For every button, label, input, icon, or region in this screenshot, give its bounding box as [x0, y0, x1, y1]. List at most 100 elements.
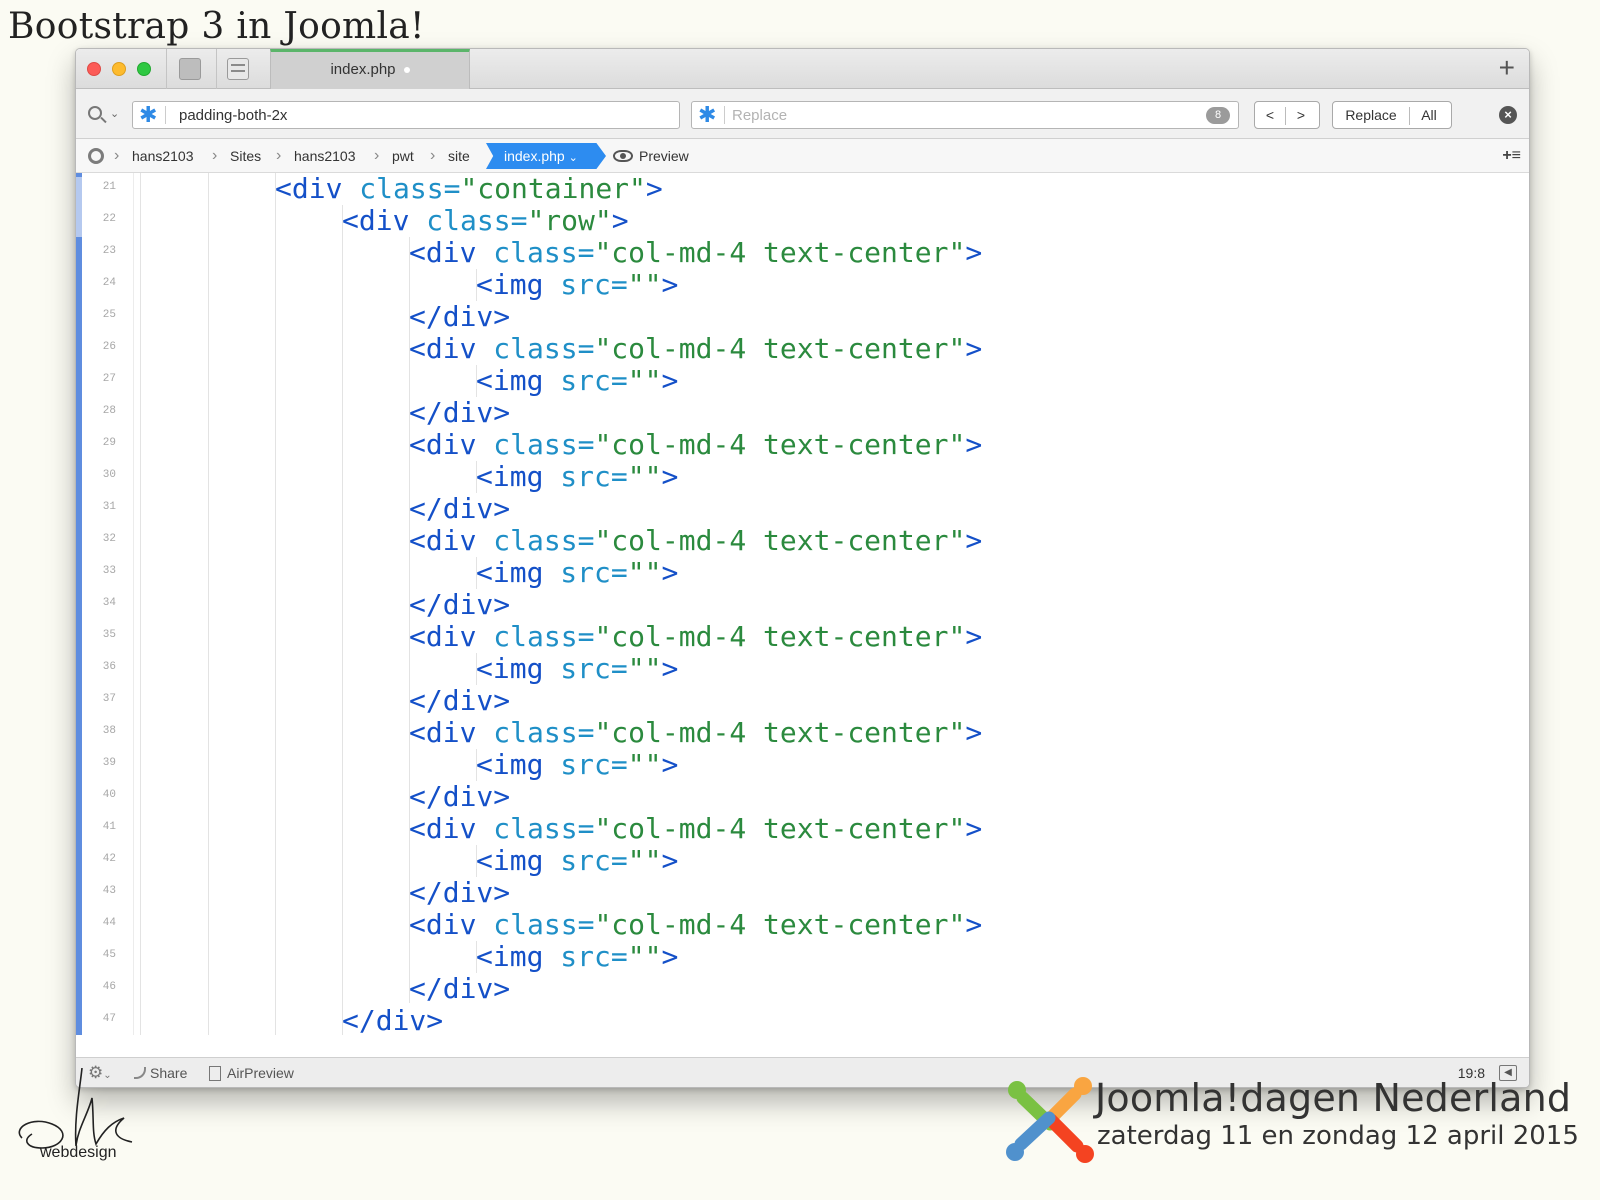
code-token-tag: <img — [476, 748, 561, 781]
code-line[interactable]: 46 </div> — [76, 973, 1529, 1005]
code-line[interactable]: 47 </div> — [76, 1005, 1529, 1037]
code-line[interactable]: 42 <img src=""> — [76, 845, 1529, 877]
code-line[interactable]: 34 </div> — [76, 589, 1529, 621]
code-token-tag: > — [965, 812, 983, 845]
breadcrumb-item[interactable]: site — [448, 139, 470, 173]
code-text: <div class="col-md-4 text-center"> — [409, 621, 982, 653]
breadcrumb-item[interactable]: hans2103 — [132, 139, 194, 173]
code-token-str: "col-md-4 text-center" — [594, 428, 966, 461]
code-line[interactable]: 32 <div class="col-md-4 text-center"> — [76, 525, 1529, 557]
chevron-right-icon: › — [114, 147, 120, 164]
joomla-logo-icon — [1006, 1077, 1094, 1163]
code-token-tag: <div — [409, 332, 494, 365]
code-token-tag: > — [965, 716, 983, 749]
code-token-str: "col-md-4 text-center" — [594, 236, 966, 269]
close-window-button[interactable] — [87, 62, 101, 76]
code-line[interactable]: 37 </div> — [76, 685, 1529, 717]
breadcrumb-item[interactable]: hans2103 — [294, 139, 356, 173]
code-token-str: "" — [627, 844, 662, 877]
code-line[interactable]: 30 <img src=""> — [76, 461, 1529, 493]
code-text: </div> — [409, 493, 510, 525]
sidebar-toggle-button[interactable] — [179, 58, 201, 80]
code-line[interactable]: 33 <img src=""> — [76, 557, 1529, 589]
code-line[interactable]: 21 <div class="container"> — [76, 173, 1529, 205]
eye-icon[interactable] — [613, 150, 633, 162]
airpreview-button[interactable]: AirPreview — [209, 1058, 294, 1087]
chevron-down-icon[interactable]: ⌄ — [110, 107, 119, 120]
find-field[interactable]: ✱ padding-both-2x — [132, 101, 680, 129]
find-input[interactable]: padding-both-2x — [179, 107, 287, 124]
code-token-tag: <div — [409, 908, 494, 941]
code-line[interactable]: 23 <div class="col-md-4 text-center"> — [76, 237, 1529, 269]
code-line[interactable]: 43 </div> — [76, 877, 1529, 909]
close-search-icon[interactable]: × — [1499, 106, 1517, 124]
line-number: 45 — [102, 949, 116, 961]
code-line[interactable]: 40 </div> — [76, 781, 1529, 813]
code-line[interactable]: 25 </div> — [76, 301, 1529, 333]
chevron-right-icon: › — [212, 147, 218, 164]
code-line[interactable]: 38 <div class="col-md-4 text-center"> — [76, 717, 1529, 749]
new-tab-button[interactable]: + — [1499, 53, 1515, 83]
code-token-str: "col-md-4 text-center" — [594, 524, 966, 557]
line-number: 43 — [102, 885, 116, 897]
line-number: 29 — [102, 437, 116, 449]
regex-asterisk-icon[interactable]: ✱ — [139, 103, 157, 127]
replace-all-button[interactable]: All — [1410, 102, 1448, 128]
replace-field[interactable]: ✱ 8 — [691, 101, 1239, 129]
zoom-window-button[interactable] — [137, 62, 151, 76]
replace-button[interactable]: Replace — [1333, 102, 1409, 128]
code-token-attr: src= — [560, 364, 628, 397]
code-line[interactable]: 28 </div> — [76, 397, 1529, 429]
code-token-attr: src= — [560, 460, 628, 493]
code-line[interactable]: 44 <div class="col-md-4 text-center"> — [76, 909, 1529, 941]
previous-match-button[interactable]: < — [1255, 102, 1285, 128]
title-bar: index.php + — [76, 49, 1529, 89]
search-icon[interactable] — [88, 106, 102, 120]
code-text: <div class="col-md-4 text-center"> — [409, 333, 982, 365]
match-navigation: < > — [1254, 101, 1320, 129]
code-token-attr: src= — [560, 748, 628, 781]
preview-button[interactable]: Preview — [639, 139, 689, 173]
code-line[interactable]: 29 <div class="col-md-4 text-center"> — [76, 429, 1529, 461]
code-line[interactable]: 24 <img src=""> — [76, 269, 1529, 301]
code-line[interactable]: 27 <img src=""> — [76, 365, 1529, 397]
code-token-str: "container" — [460, 172, 646, 205]
code-text: <img src=""> — [476, 653, 678, 685]
line-number: 47 — [102, 1013, 116, 1025]
next-match-button[interactable]: > — [1286, 102, 1316, 128]
code-text: <img src=""> — [476, 461, 678, 493]
replace-input[interactable] — [732, 105, 1192, 125]
code-token-tag: > — [965, 620, 983, 653]
regex-asterisk-icon[interactable]: ✱ — [698, 103, 716, 127]
chevron-right-icon: › — [430, 147, 436, 164]
code-token-tag: <img — [476, 940, 561, 973]
code-line[interactable]: 45 <img src=""> — [76, 941, 1529, 973]
line-number: 41 — [102, 821, 116, 833]
breadcrumb-item[interactable]: pwt — [392, 139, 414, 173]
code-text: </div> — [409, 685, 510, 717]
event-date: zaterdag 11 en zondag 12 april 2015 — [1097, 1121, 1579, 1151]
panels-toggle-button[interactable] — [227, 58, 249, 80]
code-line[interactable]: 39 <img src=""> — [76, 749, 1529, 781]
code-line[interactable]: 31 </div> — [76, 493, 1529, 525]
code-token-tag: </div> — [409, 492, 511, 525]
code-text: </div> — [409, 589, 510, 621]
code-line[interactable]: 36 <img src=""> — [76, 653, 1529, 685]
code-line[interactable]: 35 <div class="col-md-4 text-center"> — [76, 621, 1529, 653]
breadcrumb-item[interactable]: Sites — [230, 139, 261, 173]
tab-index-php[interactable]: index.php — [270, 49, 470, 89]
code-line[interactable]: 41 <div class="col-md-4 text-center"> — [76, 813, 1529, 845]
code-token-str: "col-md-4 text-center" — [594, 620, 966, 653]
code-line[interactable]: 26 <div class="col-md-4 text-center"> — [76, 333, 1529, 365]
code-text: <div class="col-md-4 text-center"> — [409, 813, 982, 845]
code-line[interactable]: 22 <div class="row"> — [76, 205, 1529, 237]
root-circle-icon[interactable] — [88, 148, 104, 164]
add-list-icon[interactable]: +≡ — [1502, 139, 1521, 173]
breadcrumb-active-file[interactable]: index.php ⌄ — [486, 143, 606, 169]
minimize-window-button[interactable] — [112, 62, 126, 76]
share-button[interactable]: Share — [134, 1058, 187, 1087]
code-text: </div> — [409, 781, 510, 813]
code-text: <img src=""> — [476, 941, 678, 973]
code-editor[interactable]: 21 <div class="container"> 22 <div class="r… — [76, 173, 1529, 1037]
line-number: 42 — [102, 853, 116, 865]
